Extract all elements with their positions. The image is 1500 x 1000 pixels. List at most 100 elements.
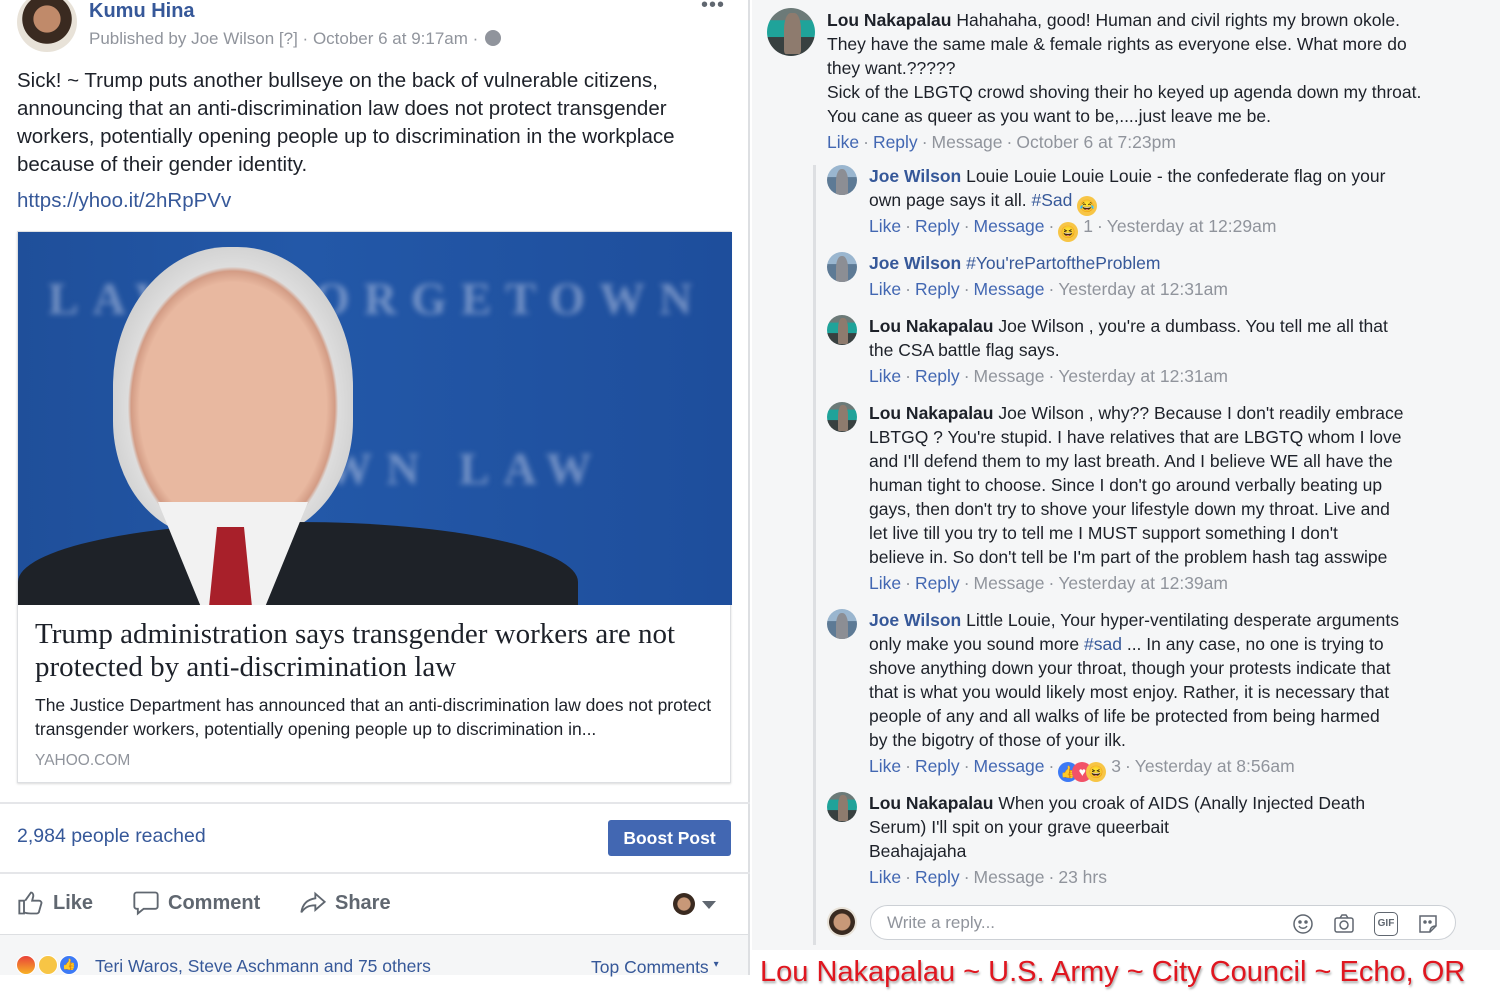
post-panel: Kumu Hina Published by Joe Wilson [?] · … (0, 0, 750, 978)
link-preview-image[interactable]: LAW GEORGETOWN GETOWN LAW (18, 232, 732, 605)
boost-post-button[interactable]: Boost Post (608, 820, 731, 856)
comment-text: they want.????? (827, 58, 956, 78)
comment-text: Joe Wilson , why?? Because I don't readi… (998, 403, 1404, 423)
commenter-name[interactable]: Lou Nakapalau (869, 793, 993, 813)
link-preview-title[interactable]: Trump administration says transgender wo… (35, 618, 715, 684)
comment-text: Beahajajaha (869, 841, 967, 861)
comment-timestamp[interactable]: October 6 at 7:23pm (1016, 132, 1176, 152)
commenter-name[interactable]: Joe Wilson (869, 253, 961, 273)
comment-body: Joe Wilson Louie Louie Louie Louie - the… (869, 164, 1469, 216)
commenter-avatar[interactable] (827, 792, 857, 822)
commenter-avatar[interactable] (827, 402, 857, 432)
commenter-name[interactable]: Lou Nakapalau (827, 10, 951, 30)
commenter-avatar[interactable] (827, 315, 857, 345)
laughing-tears-emoji-icon: 😂 (1077, 196, 1098, 216)
comment-text: LBTGQ ? You're stupid. I have relatives … (869, 427, 1402, 447)
commenter-avatar[interactable] (827, 609, 857, 639)
comment-text: Serum) I'll spit on your grave queerbait (869, 817, 1170, 837)
haha-reaction-icon[interactable]: 😆 (1058, 222, 1079, 242)
comment-timestamp[interactable]: Yesterday at 12:29am (1107, 216, 1277, 236)
comment-message-link[interactable]: Message (974, 216, 1045, 236)
comment-timestamp[interactable]: 23 hrs (1058, 867, 1107, 887)
commenter-avatar[interactable] (827, 252, 857, 282)
comment-reply-link[interactable]: Reply (873, 132, 918, 152)
share-label: Share (335, 891, 391, 914)
reactions-names-link[interactable]: Teri Waros, Steve Aschmann and 75 others (95, 956, 431, 977)
reaction-count[interactable]: 3 (1111, 756, 1121, 776)
comment-message-link[interactable]: Message (974, 279, 1045, 299)
image-person-suit (18, 522, 578, 605)
people-reached-link[interactable]: 2,984 people reached (17, 825, 206, 848)
comment-like-link[interactable]: Like (869, 216, 901, 236)
more-options-icon[interactable]: ••• (701, 0, 725, 17)
hashtag-link[interactable]: #sad (1084, 634, 1122, 654)
comment-like-link[interactable]: Like (869, 867, 901, 887)
comment-text: Louie Louie Louie Louie - the confederat… (966, 166, 1386, 186)
commenter-avatar[interactable] (827, 165, 857, 195)
post-link[interactable]: https://yhoo.it/2hRpPVv (17, 189, 231, 213)
comment-reply-link[interactable]: Reply (915, 216, 960, 236)
comment-like-link[interactable]: Like (869, 756, 901, 776)
hashtag-link[interactable]: #Sad (1031, 190, 1072, 210)
comment-message-link[interactable]: Message (974, 573, 1045, 593)
post-author-link[interactable]: Kumu Hina (89, 0, 195, 23)
comment-reply-link[interactable]: Reply (915, 366, 960, 386)
comment-text: believe in. So don't tell be I'm part of… (869, 547, 1388, 567)
comment-message-link[interactable]: Message (974, 366, 1045, 386)
sad-reaction-icon[interactable] (38, 955, 58, 975)
commenter-name[interactable]: Joe Wilson (869, 610, 961, 630)
comment-text: Little Louie, Your hyper-ventilating des… (966, 610, 1400, 630)
caption-overlay: Lou Nakapalau ~ U.S. Army ~ City Council… (760, 956, 1466, 988)
current-user-avatar (827, 907, 857, 937)
link-preview-card[interactable]: LAW GEORGETOWN GETOWN LAW Trump administ… (17, 231, 732, 783)
angry-reaction-icon[interactable] (16, 955, 36, 975)
comment-reply-link[interactable]: Reply (915, 573, 960, 593)
comment-reply-link[interactable]: Reply (915, 756, 960, 776)
share-icon (300, 891, 327, 913)
post-as-avatar[interactable] (673, 893, 695, 915)
commenter-name[interactable]: Lou Nakapalau (869, 403, 993, 423)
page-avatar[interactable] (17, 0, 77, 52)
comment-text: by the bigotry of those of your ilk. (869, 730, 1126, 750)
comment-actions: Like · Reply · Message · 23 hrs (869, 867, 1107, 887)
commenter-avatar[interactable] (767, 8, 815, 56)
comment-actions: Like · Reply · Message · Yesterday at 12:39am (869, 573, 1228, 593)
comment-reply-link[interactable]: Reply (915, 279, 960, 299)
comment-like-link[interactable]: Like (827, 132, 859, 152)
reaction-count[interactable]: 1 (1083, 216, 1093, 236)
hashtag-link[interactable]: #You'rePartoftheProblem (966, 253, 1160, 273)
comment-button[interactable]: Comment (132, 889, 260, 917)
comment-text: let live till you try to tell me I MUST … (869, 523, 1338, 543)
comment-text: the CSA battle flag says. (869, 340, 1060, 360)
comment-message-link[interactable]: Message (932, 132, 1003, 152)
divider (0, 802, 750, 804)
reply-input[interactable] (887, 911, 1267, 935)
like-reaction-icon[interactable]: 👍 (59, 955, 79, 975)
post-text: Sick! ~ Trump puts another bullseye on t… (17, 69, 675, 176)
like-button[interactable]: Like (17, 889, 93, 917)
commenter-name[interactable]: Joe Wilson (869, 166, 961, 186)
comment-like-link[interactable]: Like (869, 279, 901, 299)
commenter-name[interactable]: Lou Nakapalau (869, 316, 993, 336)
comment-text: and I'll defend them to my last breath. … (869, 451, 1393, 471)
comment-like-link[interactable]: Like (869, 573, 901, 593)
top-comments-dropdown[interactable]: Top Comments ▾ (591, 957, 719, 978)
sticker-icon[interactable] (1416, 912, 1440, 936)
emoji-icon[interactable] (1291, 912, 1315, 936)
comment-text: human tight to choose. Since I don't go … (869, 475, 1383, 495)
thumbs-up-icon (18, 891, 43, 915)
comment-timestamp[interactable]: Yesterday at 8:56am (1135, 756, 1295, 776)
comment-timestamp[interactable]: Yesterday at 12:39am (1058, 573, 1228, 593)
comment-message-link[interactable]: Message (974, 867, 1045, 887)
comment-reply-link[interactable]: Reply (915, 867, 960, 887)
comment-like-link[interactable]: Like (869, 366, 901, 386)
post-as-dropdown-icon[interactable] (702, 901, 716, 909)
haha-reaction-icon[interactable]: 😆 (1086, 762, 1107, 782)
comment-text: people of any and all walks of life be p… (869, 706, 1380, 726)
comment-timestamp[interactable]: Yesterday at 12:31am (1058, 279, 1228, 299)
comment-timestamp[interactable]: Yesterday at 12:31am (1058, 366, 1228, 386)
gif-icon[interactable]: GIF (1374, 912, 1398, 936)
share-button[interactable]: Share (299, 889, 391, 917)
comment-message-link[interactable]: Message (974, 756, 1045, 776)
camera-icon[interactable] (1332, 912, 1356, 936)
